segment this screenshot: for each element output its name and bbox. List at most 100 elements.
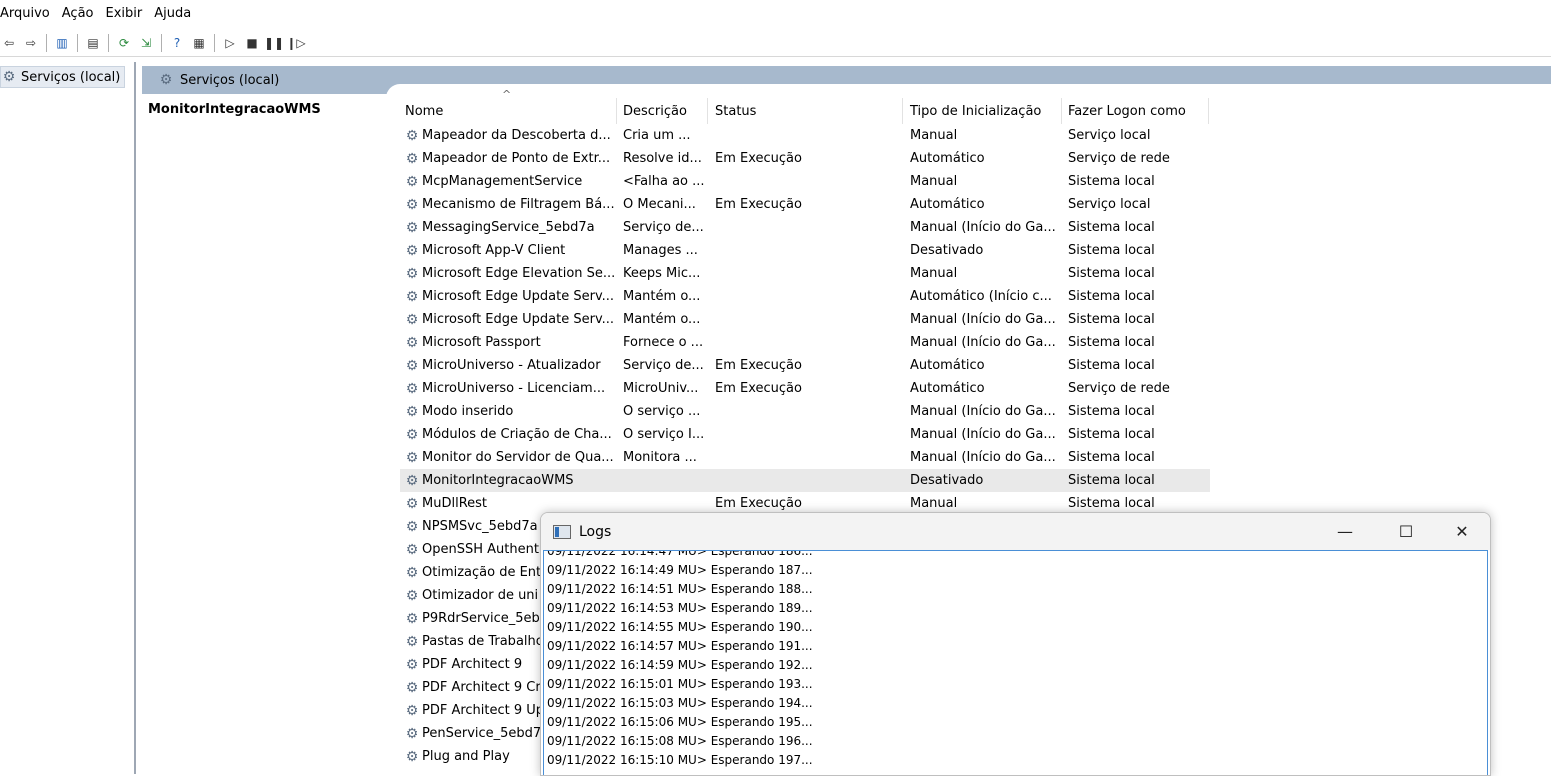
service-startup-type: Manual (910, 262, 1064, 285)
service-name: ⚙ Microsoft Edge Elevation Se... (404, 262, 618, 285)
service-gear-icon: ⚙ (405, 265, 419, 282)
service-startup-type: Desativado (910, 469, 1064, 492)
logs-window-titlebar[interactable]: Logs — ☐ ✕ (541, 513, 1490, 550)
log-line: 09/11/2022 16:14:59 MU> Esperando 192... (547, 657, 813, 672)
service-description: Resolve id... (623, 147, 709, 170)
log-text-area[interactable]: 09/11/2022 16:14:47 MU> Esperando 186...… (543, 550, 1488, 775)
service-startup-type-text: Manual (910, 496, 958, 511)
show-hide-tree-icon[interactable]: ▥ (53, 34, 71, 52)
log-line: 09/11/2022 16:14:53 MU> Esperando 189... (547, 600, 813, 615)
maximize-button[interactable]: ☐ (1383, 513, 1429, 550)
service-logon-as-text: Sistema local (1068, 473, 1155, 488)
service-startup-type: Manual (Início do Ga... (910, 400, 1064, 423)
back-icon[interactable]: ⇦ (0, 34, 18, 52)
service-startup-type-text: Manual (910, 174, 958, 189)
service-startup-type-text: Manual (Início do Ga... (910, 450, 1056, 465)
table-row[interactable]: ⚙ Microsoft Edge Update Serv... Mantém o..… (400, 285, 1210, 308)
service-status (715, 469, 905, 492)
service-logon-as: Sistema local (1068, 285, 1208, 308)
refresh-icon[interactable]: ⟳ (115, 34, 133, 52)
service-name-text: Microsoft Passport (422, 335, 541, 350)
window-app-icon (553, 524, 571, 539)
table-row[interactable]: ⚙ Mapeador de Ponto de Extr... Resolve id.… (400, 147, 1210, 170)
service-logon-as-text: Serviço local (1068, 197, 1151, 212)
column-divider[interactable] (707, 98, 708, 124)
service-logon-as: Sistema local (1068, 331, 1208, 354)
table-row[interactable]: ⚙ McpManagementService <Falha ao ... Manual… (400, 170, 1210, 193)
service-name-text: Pastas de Trabalho (422, 634, 544, 649)
minimize-button[interactable]: — (1322, 513, 1368, 550)
service-logon-as: Serviço de rede (1068, 377, 1208, 400)
table-row[interactable]: ⚙ Microsoft Edge Elevation Se... Keeps Mic… (400, 262, 1210, 285)
console-view-icon[interactable]: ▦ (190, 34, 208, 52)
menu-arquivo[interactable]: Arquivo (0, 6, 56, 21)
table-row[interactable]: ⚙ MicroUniverso - Atualizador Serviço de..… (400, 354, 1210, 377)
resume-service-icon[interactable]: ❙▷ (286, 34, 305, 52)
service-description-text: Serviço de... (623, 358, 704, 373)
table-row[interactable]: ⚙ Microsoft Passport Fornece o ... Manual (… (400, 331, 1210, 354)
column-header-status[interactable]: Status (715, 98, 756, 124)
service-name-text: Plug and Play (422, 749, 510, 764)
service-startup-type: Manual (Início do Ga... (910, 308, 1064, 331)
export-list-icon[interactable]: ⇲ (137, 34, 155, 52)
table-row[interactable]: ⚙ Mecanismo de Filtragem Bá... O Mecani...… (400, 193, 1210, 216)
service-name: ⚙ MonitorIntegracaoWMS (404, 469, 618, 492)
menu-acao[interactable]: Ação (56, 6, 100, 21)
column-divider[interactable] (1061, 98, 1062, 124)
service-name: ⚙ Modo inserido (404, 400, 618, 423)
service-gear-icon: ⚙ (405, 633, 419, 650)
menu-exibir[interactable]: Exibir (100, 6, 149, 21)
table-row[interactable]: ⚙ Microsoft App-V Client Manages ... Desati… (400, 239, 1210, 262)
help-icon[interactable]: ? (168, 34, 186, 52)
menu-ajuda[interactable]: Ajuda (148, 6, 197, 21)
start-service-icon[interactable]: ▷ (221, 34, 239, 52)
log-line: 09/11/2022 16:15:08 MU> Esperando 196... (547, 733, 813, 748)
close-button[interactable]: ✕ (1439, 513, 1485, 550)
service-logon-as-text: Serviço de rede (1068, 381, 1170, 396)
service-name-text: Microsoft Edge Update Serv... (422, 312, 615, 327)
service-name: ⚙ MessagingService_5ebd7a (404, 216, 618, 239)
service-name: ⚙ Microsoft App-V Client (404, 239, 618, 262)
panel-title: Serviços (local) (180, 72, 280, 88)
sort-ascending-icon: ^ (502, 88, 512, 101)
service-status (715, 446, 905, 469)
column-divider[interactable] (1208, 98, 1209, 124)
pause-service-icon[interactable]: ❚❚ (264, 34, 284, 52)
table-row[interactable]: ⚙ Modo inserido O serviço ... Manual (Iníci… (400, 400, 1210, 423)
service-name: ⚙ Mecanismo de Filtragem Bá... (404, 193, 618, 216)
table-row[interactable]: ⚙ Monitor do Servidor de Qua... Monitora .… (400, 446, 1210, 469)
table-row[interactable]: ⚙ Módulos de Criação de Cha... O serviço I… (400, 423, 1210, 446)
properties-icon[interactable]: ▤ (84, 34, 102, 52)
service-startup-type: Manual (Início do Ga... (910, 216, 1064, 239)
table-row[interactable]: ⚙ MonitorIntegracaoWMS Desativado Sistema l… (400, 469, 1210, 492)
service-name: ⚙ Monitor do Servidor de Qua... (404, 446, 618, 469)
service-name-text: Mecanismo de Filtragem Bá... (422, 197, 615, 212)
column-divider[interactable] (616, 98, 617, 124)
service-gear-icon: ⚙ (405, 679, 419, 696)
column-header-startup-type[interactable]: Tipo de Inicialização (910, 98, 1041, 124)
column-header-description[interactable]: Descrição (623, 98, 687, 124)
service-status (715, 285, 905, 308)
toolbar: ⇦ ⇨ ▥ ▤ ⟳ ⇲ ? ▦ ▷ ■ ❚❚ ❙▷ (0, 30, 1551, 57)
forward-icon[interactable]: ⇨ (22, 34, 40, 52)
tree-item-services-local[interactable]: ⚙ Serviços (local) (0, 66, 126, 88)
column-header-logon-as[interactable]: Fazer Logon como (1068, 98, 1186, 124)
service-description-text: Cria um ... (623, 128, 691, 143)
service-logon-as: Sistema local (1068, 354, 1208, 377)
log-line: 09/11/2022 16:14:55 MU> Esperando 190... (547, 619, 813, 634)
service-status (715, 239, 905, 262)
stop-service-icon[interactable]: ■ (243, 34, 261, 52)
table-row[interactable]: ⚙ Mapeador da Descoberta d... Cria um ... M… (400, 124, 1210, 147)
log-line: 09/11/2022 16:14:49 MU> Esperando 187... (547, 562, 813, 577)
service-description: Fornece o ... (623, 331, 709, 354)
column-header-name[interactable]: Nome (405, 98, 443, 124)
table-row[interactable]: ⚙ Microsoft Edge Update Serv... Mantém o..… (400, 308, 1210, 331)
column-divider[interactable] (902, 98, 903, 124)
service-gear-icon: ⚙ (405, 564, 419, 581)
service-gear-icon: ⚙ (405, 610, 419, 627)
service-status-text: Em Execução (715, 358, 802, 373)
service-name-text: Otimizador de uni (422, 588, 539, 603)
table-row[interactable]: ⚙ MicroUniverso - Licenciam... MicroUniv..… (400, 377, 1210, 400)
table-row[interactable]: ⚙ MessagingService_5ebd7a Serviço de... Man… (400, 216, 1210, 239)
service-status (715, 124, 905, 147)
